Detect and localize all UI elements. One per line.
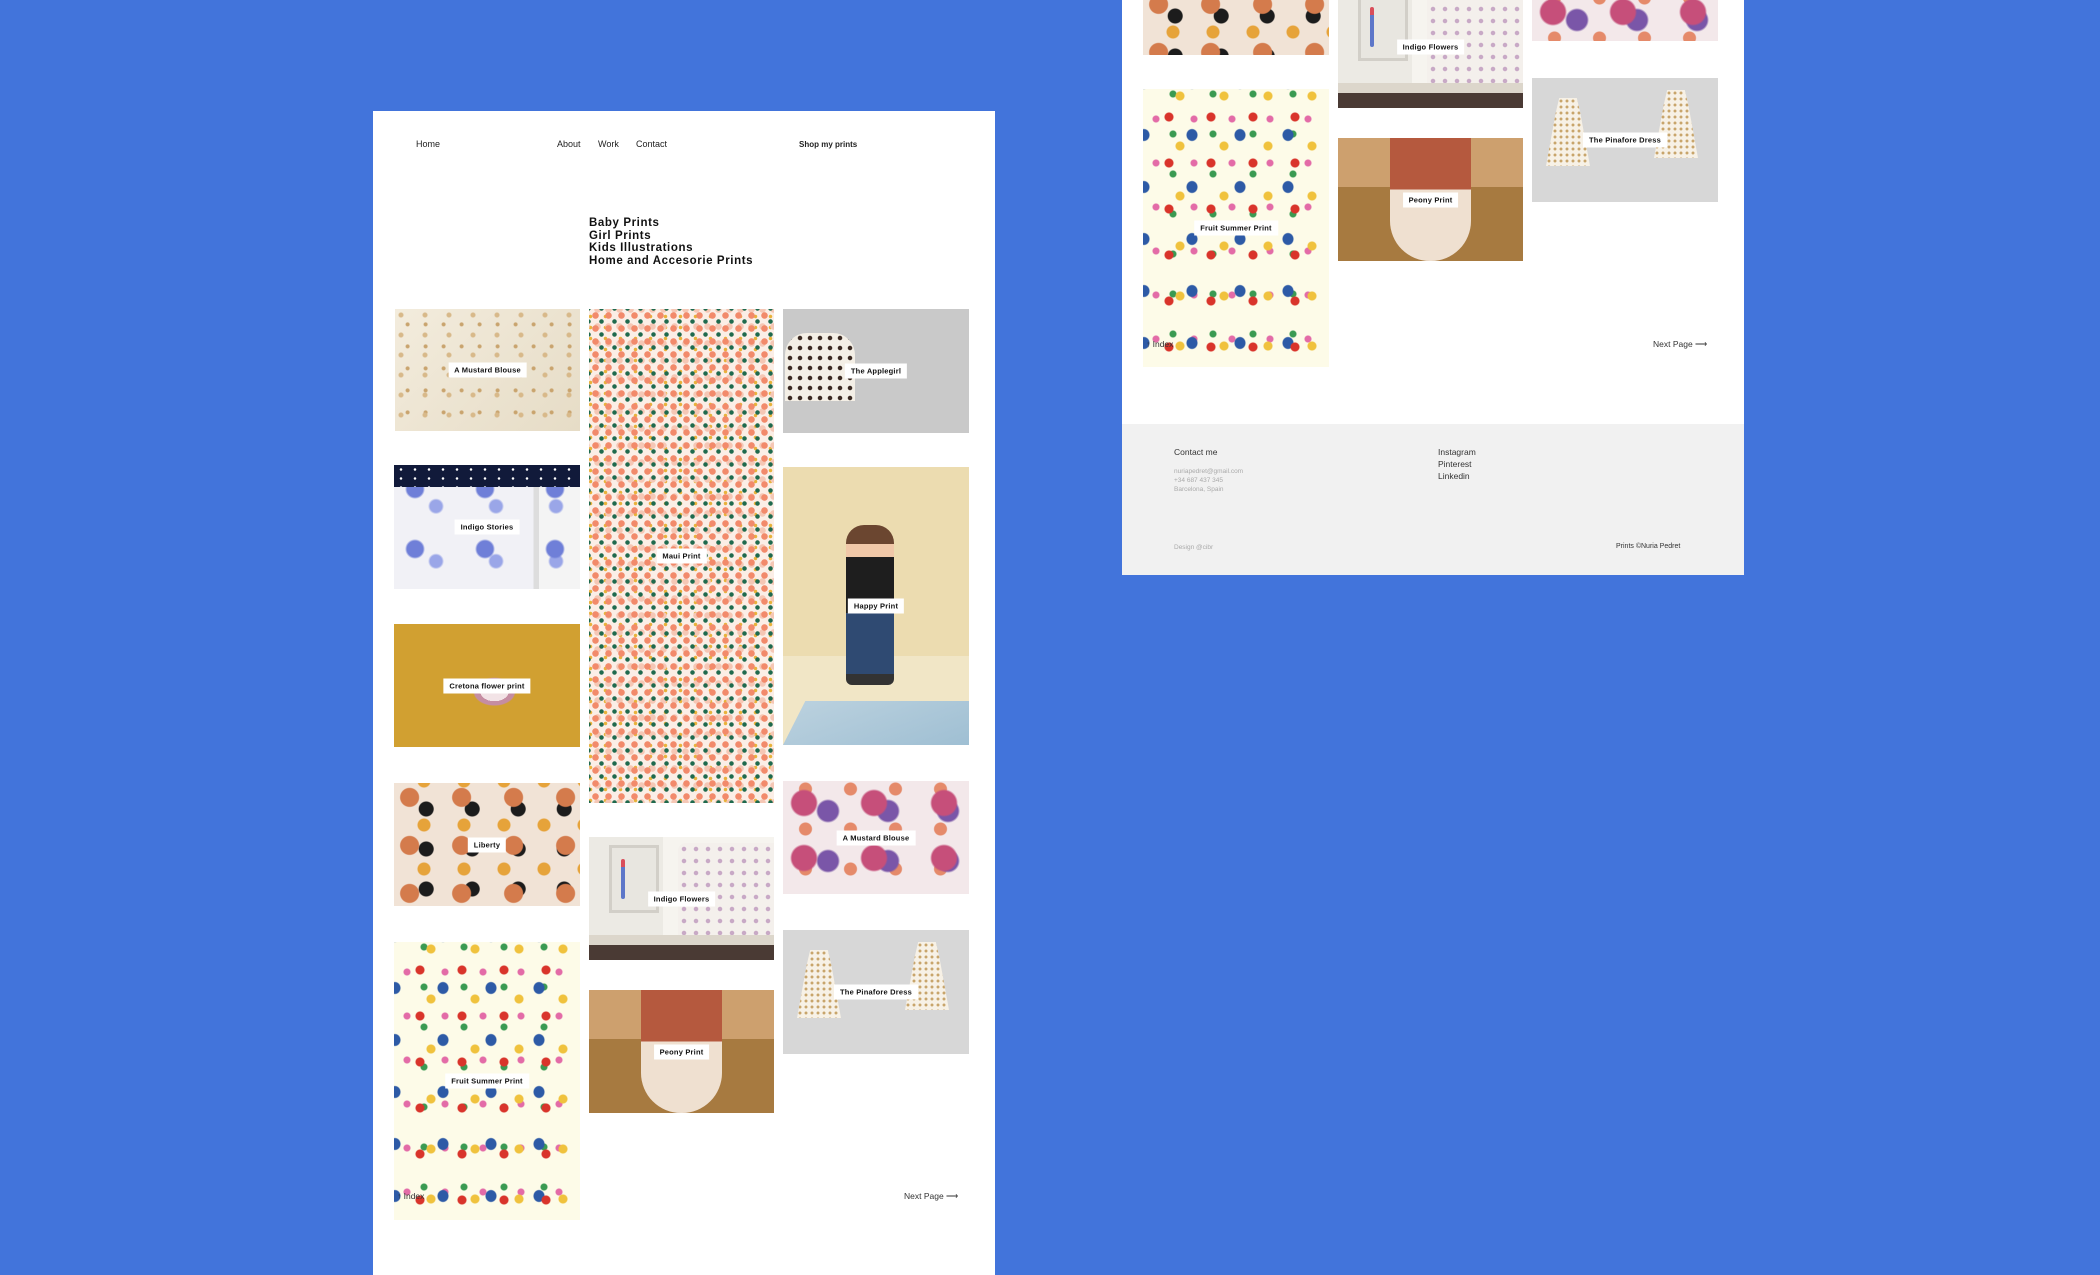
tile-peony-print[interactable]: Peony Print	[1338, 138, 1523, 261]
tile-indigo-flowers[interactable]: Indigo Flowers	[589, 837, 774, 960]
tile-liberty[interactable]: Liberty	[394, 783, 580, 906]
contact-location: Barcelona, Spain	[1174, 486, 1224, 493]
tile-label: A Mustard Blouse	[836, 830, 916, 845]
nav-work-link[interactable]: Work	[598, 139, 619, 149]
next-page-link[interactable]: Next Page ⟶	[904, 1191, 958, 1202]
dress-image	[905, 942, 949, 1010]
tile-mustard-blouse-rose[interactable]	[1532, 0, 1718, 41]
contact-phone: +34 687 437 345	[1174, 477, 1223, 484]
dress-image	[1654, 90, 1698, 158]
index-link[interactable]: ↑ Index	[1146, 339, 1173, 349]
tile-indigo-stories[interactable]: Indigo Stories	[394, 465, 580, 589]
nav-contact-link[interactable]: Contact	[636, 139, 667, 149]
category-kids-illustrations[interactable]: Kids Illustrations	[589, 242, 753, 255]
instagram-link[interactable]: Instagram	[1438, 447, 1476, 457]
category-home-accessories[interactable]: Home and Accesorie Prints	[589, 255, 753, 268]
tile-label: Maui Print	[656, 548, 707, 564]
tile-label: Indigo Flowers	[1396, 39, 1465, 54]
tile-peony-print[interactable]: Peony Print	[589, 990, 774, 1113]
tile-mustard-blouse-rose[interactable]: A Mustard Blouse	[783, 781, 969, 894]
design-credit: Design @cibr	[1174, 544, 1214, 551]
floor-mat-image	[783, 701, 969, 745]
tile-label: A Mustard Blouse	[448, 362, 527, 378]
site-footer: Contact me nuriapedret@gmail.com +34 687…	[1122, 424, 1744, 575]
category-list: Baby Prints Girl Prints Kids Illustratio…	[589, 217, 753, 267]
tile-cretona-flower[interactable]: Cretona flower print	[394, 624, 580, 747]
books-image	[1338, 83, 1523, 108]
tile-happy-print[interactable]: Happy Print	[783, 467, 969, 745]
portfolio-page-main: Home About Work Contact Shop my prints B…	[373, 111, 995, 1275]
tile-label: Liberty	[467, 837, 507, 852]
tile-label: Happy Print	[847, 598, 905, 614]
tile-label: Peony Print	[1402, 192, 1459, 207]
nav-about-link[interactable]: About	[557, 139, 581, 149]
tile-applegirl[interactable]: The Applegirl	[783, 309, 969, 433]
category-baby-prints[interactable]: Baby Prints	[589, 217, 753, 230]
flower-illustration	[621, 859, 625, 899]
tile-label: Fruit Summer Print	[1194, 220, 1278, 236]
next-page-link[interactable]: Next Page ⟶	[1653, 339, 1707, 350]
tile-label: The Applegirl	[844, 363, 908, 379]
tile-pinafore-dress[interactable]: The Pinafore Dress	[1532, 78, 1718, 202]
tile-label: Indigo Stories	[454, 519, 520, 535]
tile-label: The Pinafore Dress	[1583, 132, 1667, 148]
tile-pinafore-dress[interactable]: The Pinafore Dress	[783, 930, 969, 1054]
tile-label: Fruit Summer Print	[445, 1073, 529, 1089]
tile-maui-print[interactable]: Maui Print	[589, 309, 774, 803]
category-girl-prints[interactable]: Girl Prints	[589, 230, 753, 243]
tile-fruit-summer[interactable]: Fruit Summer Print	[394, 942, 580, 1220]
tile-label: Peony Print	[653, 1044, 710, 1059]
tile-indigo-flowers[interactable]: Indigo Flowers	[1338, 0, 1523, 108]
tile-mustard-blouse[interactable]: A Mustard Blouse	[395, 309, 580, 431]
prints-credit: Prints ©Nuria Pedret	[1616, 543, 1681, 550]
pinterest-link[interactable]: Pinterest	[1438, 459, 1472, 469]
shop-prints-link[interactable]: Shop my prints	[799, 140, 857, 149]
nav-home-link[interactable]: Home	[416, 139, 440, 149]
starry-fabric-image	[394, 465, 580, 487]
flower-illustration	[1370, 7, 1374, 47]
tile-label: Cretona flower print	[443, 678, 531, 693]
tile-liberty[interactable]	[1143, 0, 1329, 55]
index-link[interactable]: ↑ Index	[397, 1191, 424, 1201]
linkedin-link[interactable]: Linkedin	[1438, 471, 1470, 481]
portfolio-page-scrolled: Fruit Summer Print Indigo Flowers Peony …	[1122, 0, 1744, 575]
tile-label: The Pinafore Dress	[834, 984, 918, 1000]
tile-fruit-summer[interactable]: Fruit Summer Print	[1143, 89, 1329, 367]
books-image	[589, 935, 774, 960]
contact-heading: Contact me	[1174, 447, 1218, 457]
contact-email[interactable]: nuriapedret@gmail.com	[1174, 468, 1243, 475]
tile-label: Indigo Flowers	[647, 891, 716, 906]
